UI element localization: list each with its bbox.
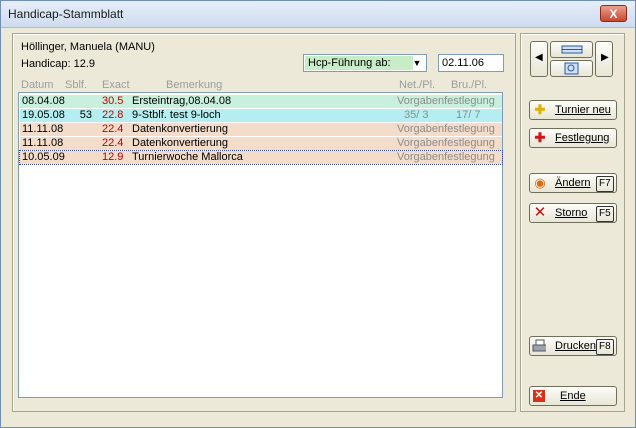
col-sblf: Sblf. bbox=[65, 79, 88, 91]
col-net: Net./Pl. bbox=[399, 79, 436, 91]
col-bemerkung: Bemerkung bbox=[166, 79, 223, 91]
aendern-shortcut: F7 bbox=[596, 176, 614, 192]
drucken-shortcut: F8 bbox=[596, 339, 614, 355]
handicap-value: Handicap: 12.9 bbox=[21, 58, 95, 70]
cross-icon: ✕ bbox=[533, 204, 547, 221]
storno-button[interactable]: ✕ Storno F5 bbox=[529, 203, 617, 223]
chevron-down-icon[interactable]: ▼ bbox=[409, 56, 425, 70]
printer-icon bbox=[532, 339, 546, 352]
history-list[interactable]: 08.04.08 30.5 Ersteintrag,08.04.08 Vorga… bbox=[18, 92, 503, 398]
row-date: 08.04.08 bbox=[22, 95, 65, 107]
table-row[interactable]: 11.11.08 22.4 Datenkonvertierung Vorgabe… bbox=[20, 123, 502, 136]
aendern-button[interactable]: ◉ Ändern F7 bbox=[529, 173, 617, 193]
row-bemerkung: Ersteintrag,08.04.08 bbox=[132, 95, 232, 107]
ende-label: Ende bbox=[560, 390, 586, 402]
row-bemerkung: Datenkonvertierung bbox=[132, 123, 229, 135]
row-net: Vorgabenfestlegung bbox=[397, 95, 495, 107]
row-date: 10.05.09 bbox=[22, 151, 65, 163]
row-sblf: 53 bbox=[79, 109, 92, 121]
storno-shortcut: F5 bbox=[596, 206, 614, 222]
row-exact: 12.9 bbox=[102, 151, 124, 163]
row-date: 11.11.08 bbox=[22, 123, 64, 135]
table-row[interactable]: 08.04.08 30.5 Ersteintrag,08.04.08 Vorga… bbox=[20, 95, 502, 108]
table-row[interactable]: 19.05.08 53 22.8 9-Stblf. test 9-loch 35… bbox=[20, 109, 502, 122]
window-title: Handicap-Stammblatt bbox=[8, 7, 124, 21]
aendern-label: Ändern bbox=[555, 177, 591, 189]
next-button[interactable]: ▶ bbox=[595, 41, 613, 77]
col-exact: Exact bbox=[102, 79, 130, 91]
row-exact: 30.5 bbox=[102, 95, 124, 107]
festlegung-label: Festlegung bbox=[555, 132, 610, 144]
drucken-button[interactable]: Drucken F8 bbox=[529, 336, 617, 356]
close-button[interactable]: X bbox=[600, 5, 627, 22]
arrow-left-icon: ◀ bbox=[535, 52, 543, 63]
row-net: 35/ 3 bbox=[404, 109, 429, 121]
row-date: 11.11.08 bbox=[22, 137, 64, 149]
hcp-mode-value: Hcp-Führung ab: bbox=[305, 56, 413, 70]
row-exact: 22.4 bbox=[102, 123, 124, 135]
row-net: Vorgabenfestlegung bbox=[397, 123, 495, 135]
detail-view-button[interactable] bbox=[550, 60, 593, 77]
row-bemerkung: Datenkonvertierung bbox=[132, 137, 229, 149]
magnify-page-icon bbox=[564, 62, 579, 75]
player-name: Höllinger, Manuela (MANU) bbox=[21, 41, 155, 53]
row-bru: 17/ 7 bbox=[456, 109, 481, 121]
table-row[interactable]: 11.11.08 22.4 Datenkonvertierung Vorgabe… bbox=[20, 137, 502, 150]
festlegung-button[interactable]: ✚ Festlegung bbox=[529, 128, 617, 148]
date-input[interactable]: 02.11.06 bbox=[438, 54, 504, 72]
arrow-right-icon: ▶ bbox=[601, 52, 609, 63]
drucken-label: Drucken bbox=[555, 340, 596, 352]
col-bru: Bru./Pl. bbox=[451, 79, 488, 91]
row-bemerkung: 9-Stblf. test 9-loch bbox=[132, 109, 221, 121]
turnier-neu-button[interactable]: ✚ Turnier neu bbox=[529, 100, 617, 120]
row-exact: 22.4 bbox=[102, 137, 124, 149]
turnier-neu-label: Turnier neu bbox=[555, 104, 611, 116]
row-exact: 22.8 bbox=[102, 109, 124, 121]
list-view-button[interactable] bbox=[550, 41, 593, 58]
ring-icon: ◉ bbox=[534, 175, 546, 190]
prev-button[interactable]: ◀ bbox=[530, 41, 548, 77]
list-view-icon bbox=[561, 45, 583, 54]
row-net: Vorgabenfestlegung bbox=[397, 137, 495, 149]
row-date: 19.05.08 bbox=[22, 109, 65, 121]
plus-yellow-icon: ✚ bbox=[534, 102, 546, 117]
exit-icon: ✕ bbox=[533, 390, 545, 402]
table-row-selected[interactable]: 10.05.09 12.9 Turnierwoche Mallorca Vorg… bbox=[19, 150, 503, 165]
row-bemerkung: Turnierwoche Mallorca bbox=[132, 151, 243, 163]
ende-button[interactable]: ✕ Ende bbox=[529, 386, 617, 406]
row-net: Vorgabenfestlegung bbox=[397, 151, 495, 163]
col-datum: Datum bbox=[21, 79, 54, 91]
plus-red-icon: ✚ bbox=[534, 130, 546, 145]
title-bar: Handicap-Stammblatt X bbox=[1, 1, 635, 28]
storno-label: Storno bbox=[555, 207, 588, 219]
hcp-mode-select[interactable]: Hcp-Führung ab: ▼ bbox=[303, 54, 427, 72]
